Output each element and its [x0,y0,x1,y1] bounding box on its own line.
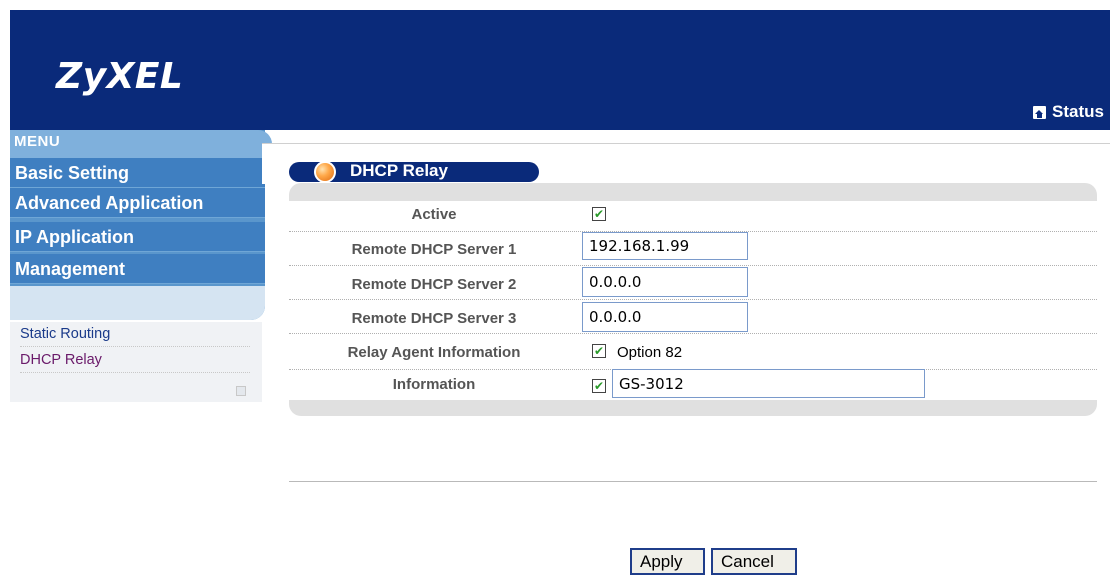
active-checkbox[interactable]: ✔ [592,207,606,221]
row-remote-dhcp-server-2: Remote DHCP Server 2 [289,266,1097,300]
menu-item-basic-setting[interactable]: Basic Setting [10,158,265,188]
remote-dhcp-server-3-label: Remote DHCP Server 3 [351,310,517,327]
remote-dhcp-server-2-input[interactable] [582,267,748,297]
relay-agent-checkbox[interactable]: ✔ [592,344,606,358]
row-remote-dhcp-server-1: Remote DHCP Server 1 [289,232,1097,266]
menu-item-ip-application[interactable]: IP Application [10,222,265,252]
zyxel-logo: ZyXEL [56,56,184,97]
status-link[interactable]: Status [1033,102,1104,122]
row-relay-agent-information: Relay Agent Information ✔ Option 82 [289,336,1097,370]
row-divider [289,333,1097,334]
submenu-divider [20,346,250,347]
remote-dhcp-server-1-label: Remote DHCP Server 1 [351,241,517,258]
remote-dhcp-server-3-input[interactable] [582,302,748,332]
top-banner: ZyXEL Status [10,10,1110,130]
resize-corner-icon [236,386,246,396]
menu-bottom-strip [10,286,265,320]
row-information: Information ✔ [289,369,1097,404]
orange-orb-icon [314,161,336,183]
submenu-divider [20,372,250,373]
remote-dhcp-server-2-label: Remote DHCP Server 2 [351,276,517,293]
home-icon [1033,105,1047,119]
relay-agent-information-label: Relay Agent Information [347,344,521,361]
menu-item-advanced-application[interactable]: Advanced Application [10,188,265,218]
active-label: Active [411,206,457,223]
page-title: DHCP Relay [350,161,448,180]
menu-title: MENU [14,133,61,150]
submenu-item-dhcp-relay[interactable]: DHCP Relay [20,352,102,368]
row-active: Active ✔ [289,198,1097,232]
information-checkbox[interactable]: ✔ [592,379,606,393]
cancel-button[interactable]: Cancel [711,548,797,575]
form-divider [289,481,1097,482]
apply-button[interactable]: Apply [630,548,705,575]
option-82-label: Option 82 [617,344,683,361]
menu-item-management[interactable]: Management [10,254,265,284]
status-label: Status [1052,102,1104,121]
row-remote-dhcp-server-3: Remote DHCP Server 3 [289,300,1097,334]
information-label: Information [392,376,476,393]
remote-dhcp-server-1-input[interactable] [582,232,748,260]
submenu-item-static-routing[interactable]: Static Routing [20,326,110,342]
information-input[interactable] [612,369,925,398]
